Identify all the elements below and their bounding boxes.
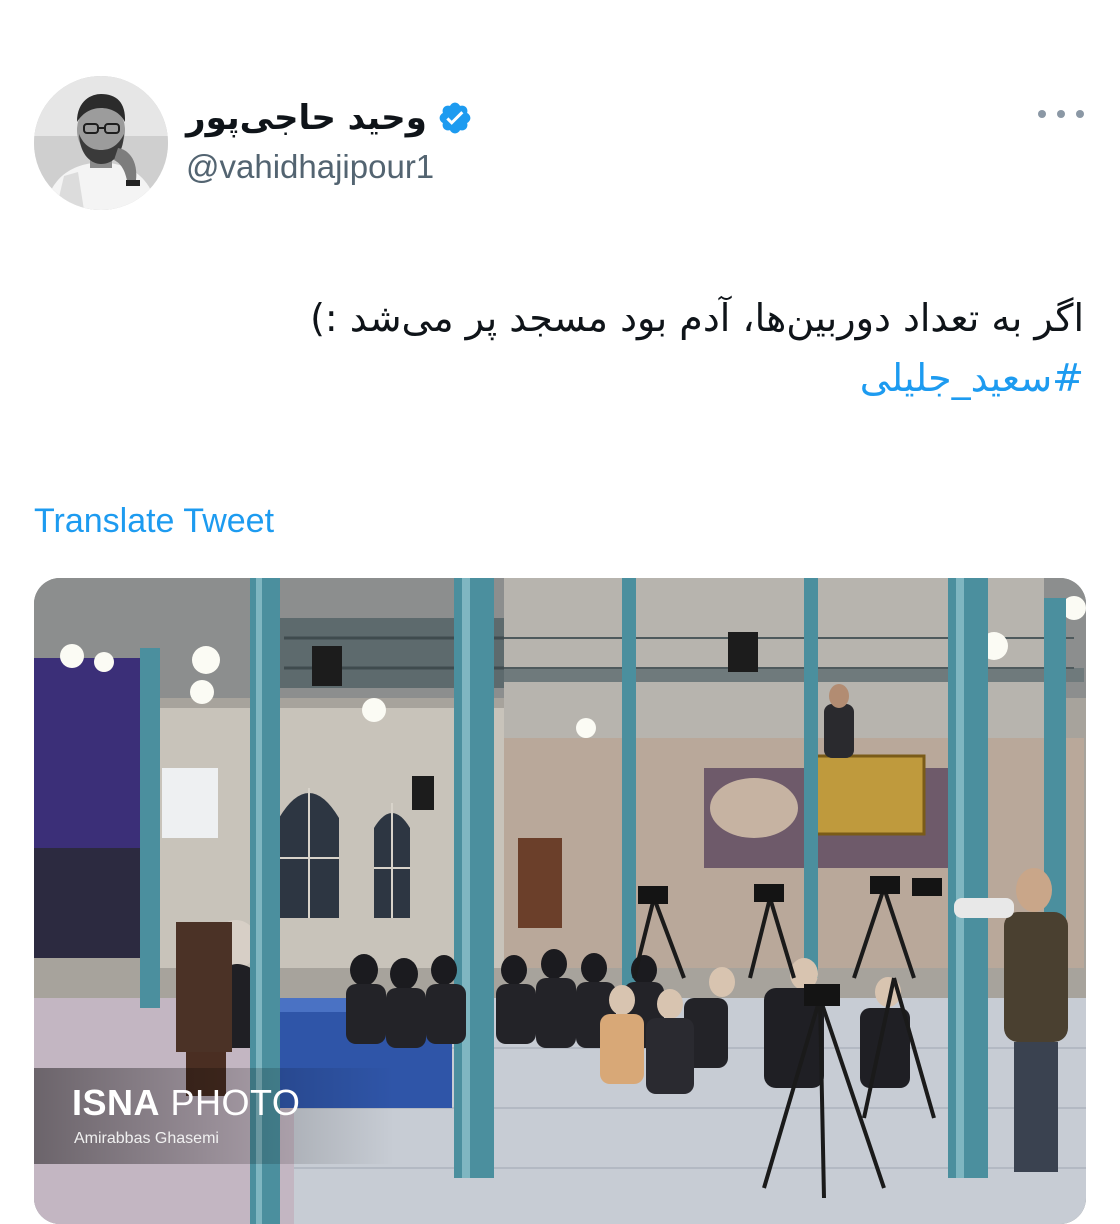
translate-tweet-link[interactable]: Translate Tweet bbox=[34, 502, 274, 541]
verified-badge-icon bbox=[437, 100, 473, 136]
author-avatar[interactable] bbox=[34, 76, 168, 210]
more-options-icon[interactable] bbox=[1038, 104, 1084, 124]
watermark-brand-bold: ISNA bbox=[72, 1082, 161, 1123]
dot bbox=[1057, 110, 1065, 118]
dot bbox=[1076, 110, 1084, 118]
tweet-card: وحید حاجی‌پور @vahidhajipour1 اگر به تعد… bbox=[0, 0, 1120, 1224]
photo-scene bbox=[34, 578, 1086, 1224]
photographer-credit: Amirabbas Ghasemi bbox=[74, 1130, 219, 1147]
author-display-name[interactable]: وحید حاجی‌پور bbox=[186, 98, 427, 138]
tweet-photo[interactable]: ISNA PHOTO Amirabbas Ghasemi bbox=[34, 578, 1086, 1224]
watermark-brand: ISNA PHOTO bbox=[72, 1082, 300, 1124]
watermark-brand-light: PHOTO bbox=[160, 1082, 301, 1123]
tweet-text: اگر به تعداد دوربین‌ها، آدم بود مسجد پر … bbox=[34, 288, 1084, 408]
hashtag-link[interactable]: #سعید_جلیلی bbox=[34, 348, 1084, 408]
author-name-row: وحید حاجی‌پور bbox=[186, 94, 473, 142]
author-handle[interactable]: @vahidhajipour1 bbox=[186, 148, 434, 186]
dot bbox=[1038, 110, 1046, 118]
avatar-portrait bbox=[34, 76, 168, 210]
tweet-text-line: اگر به تعداد دوربین‌ها، آدم بود مسجد پر … bbox=[310, 296, 1084, 340]
